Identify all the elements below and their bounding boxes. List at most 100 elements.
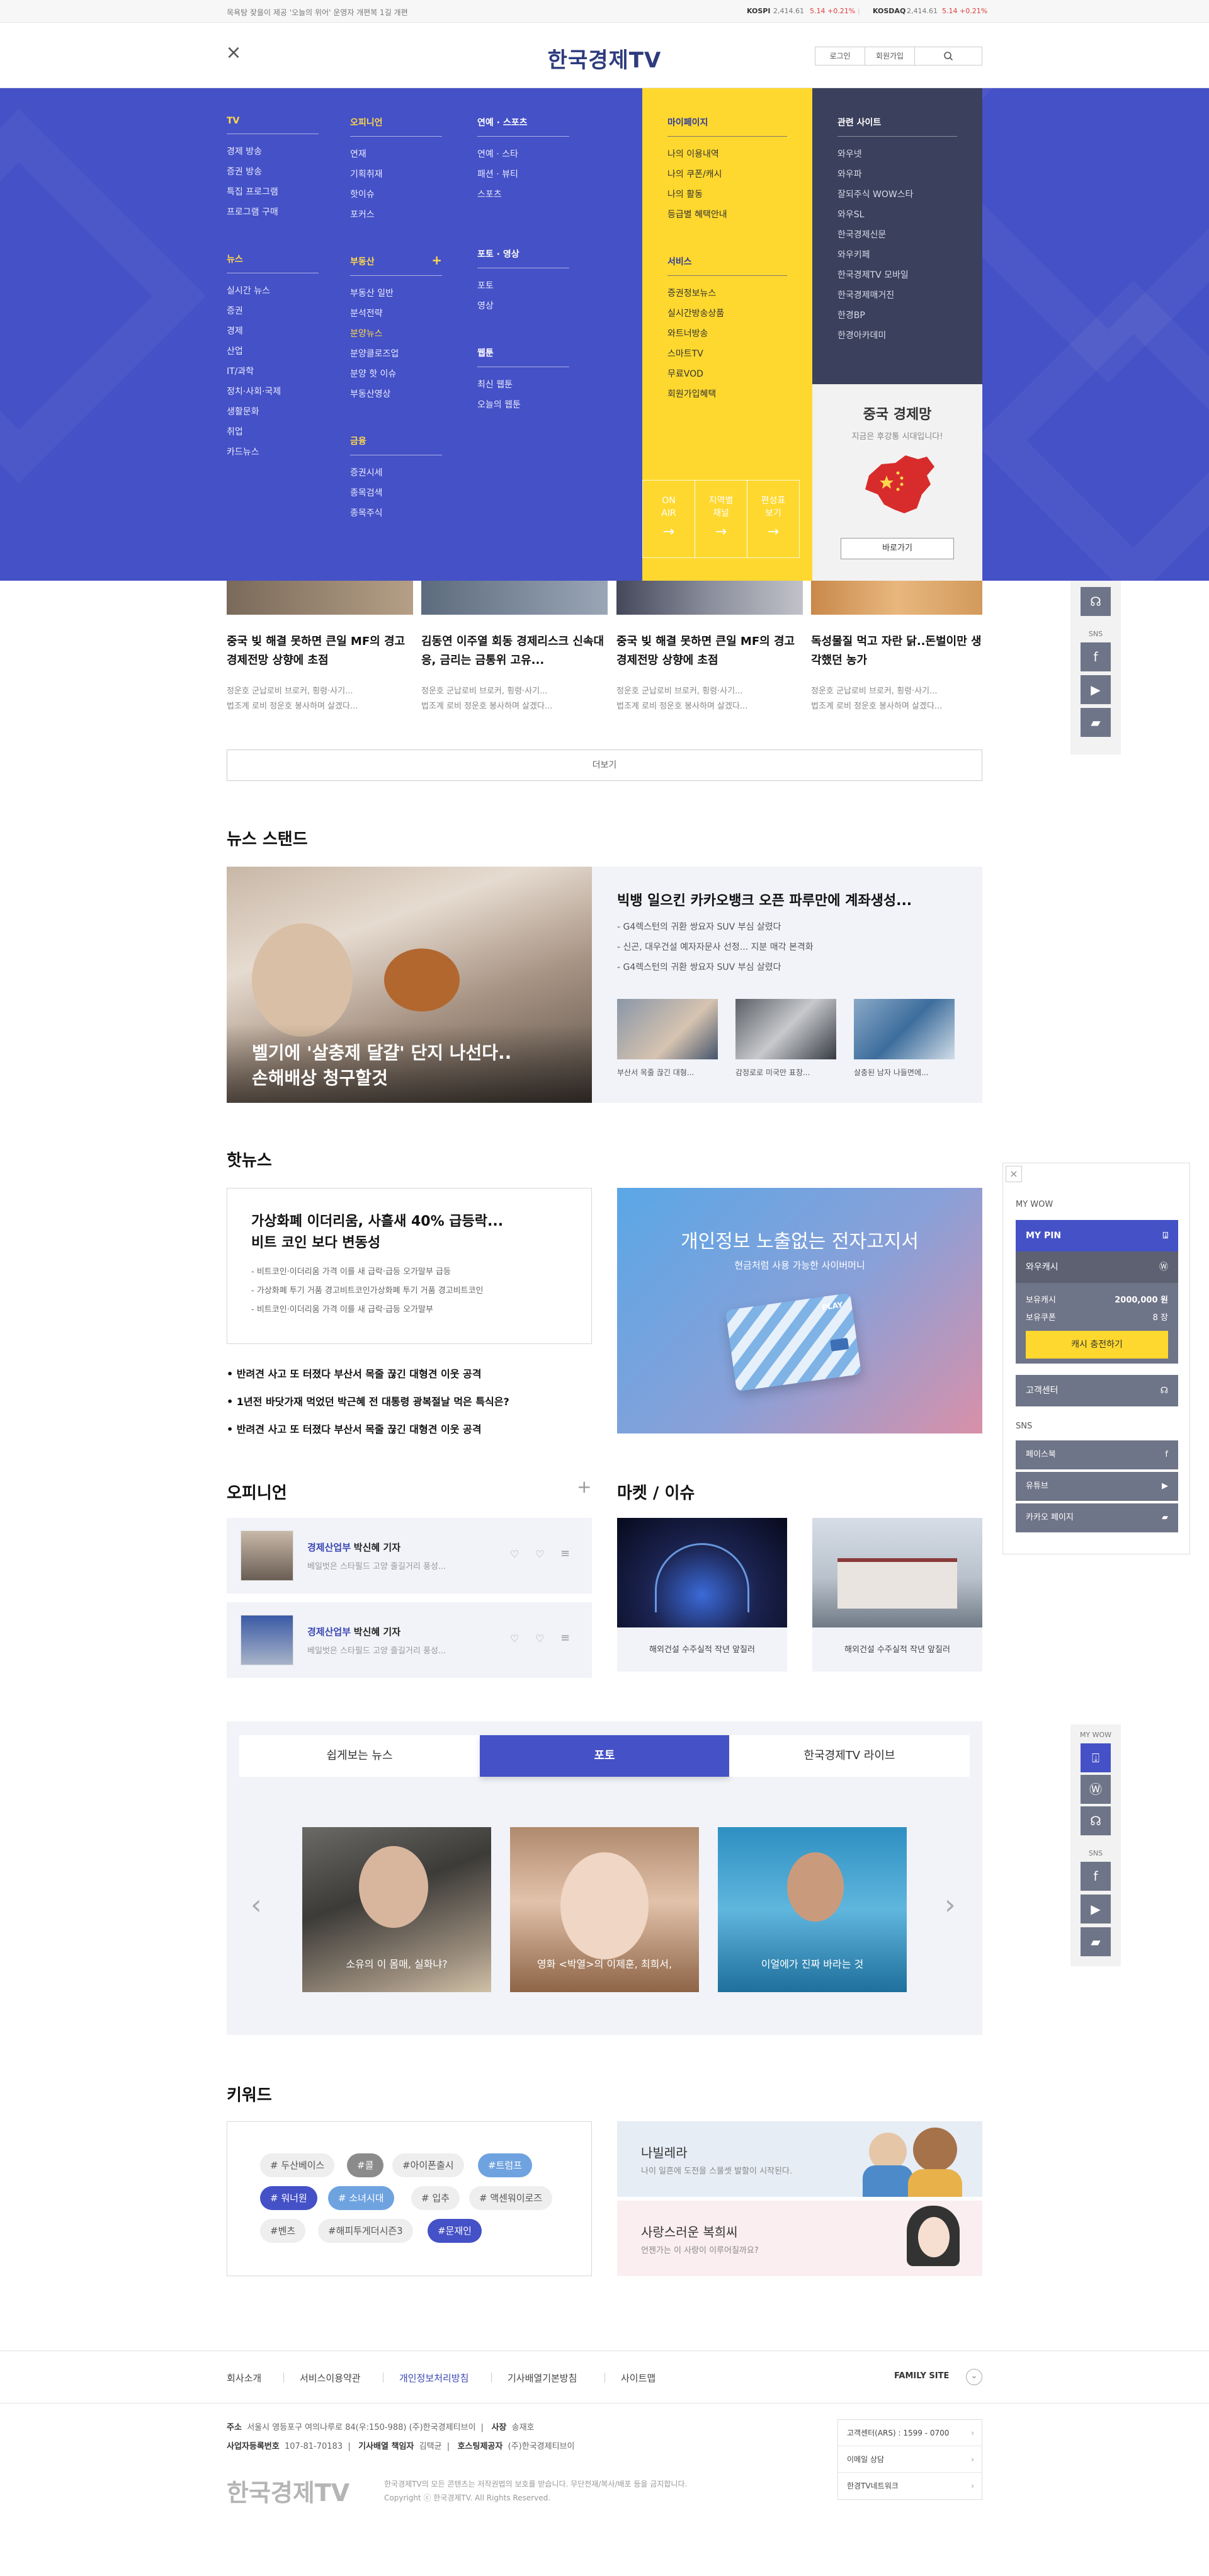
menu-item[interactable]: 카드뉴스 bbox=[227, 442, 319, 462]
keyword-tag[interactable]: #아이폰출시 bbox=[392, 2153, 464, 2177]
menu-heading-service[interactable]: 서비스 bbox=[667, 255, 787, 276]
news-thumbnail[interactable] bbox=[227, 581, 413, 615]
keyword-tag[interactable]: #콜 bbox=[347, 2153, 384, 2177]
menu-item[interactable]: 프로그램 구매 bbox=[227, 202, 319, 222]
cs-item[interactable]: 고객센터(ARS) : 1599 - 0700 › bbox=[838, 2420, 982, 2446]
photo-card[interactable]: 소유의 이 몸매, 실화냐? bbox=[302, 1827, 491, 1992]
menu-item[interactable]: 연예 · 스타 bbox=[477, 144, 569, 164]
headset-icon[interactable]: ☊ bbox=[1081, 587, 1111, 616]
tab-photo[interactable]: 포토 bbox=[480, 1735, 729, 1777]
bullet-item[interactable]: - 신곤, 대우건설 예자자문사 선정... 지분 매각 본격화 bbox=[617, 937, 814, 957]
menu-item[interactable]: 한경아카데미 bbox=[837, 326, 957, 346]
customer-center-button[interactable]: 고객센터 ☊ bbox=[1016, 1375, 1178, 1406]
menu-item[interactable]: 잘되주식 WOW스타 bbox=[837, 185, 957, 205]
menu-item[interactable]: 생활문화 bbox=[227, 402, 319, 422]
login-button[interactable]: 로그인 bbox=[815, 47, 865, 66]
menu-item[interactable]: 증권시세 bbox=[350, 463, 442, 483]
menu-item-active[interactable]: 분양뉴스 bbox=[350, 324, 442, 344]
news-thumbnail[interactable] bbox=[617, 999, 718, 1059]
footer-link[interactable]: 회사소개 bbox=[227, 2371, 261, 2385]
news-thumbnail[interactable] bbox=[811, 581, 982, 615]
news-card-title[interactable]: 중국 빚 해결 못하면 큰일 MF의 경고 경제전망 상향에 초점 bbox=[616, 632, 803, 670]
wow-icon[interactable]: Ⓦ bbox=[1081, 1775, 1111, 1804]
menu-heading-opinion[interactable]: 오피니언 bbox=[350, 116, 442, 137]
menu-item[interactable]: 와우키페 bbox=[837, 245, 957, 265]
menu-item[interactable]: 와트너방송 bbox=[667, 324, 787, 344]
menu-item[interactable]: 회원가입혜택 bbox=[667, 384, 787, 404]
menu-item[interactable]: 취업 bbox=[227, 422, 319, 442]
menu-icon[interactable]: ≡ bbox=[560, 1631, 570, 1644]
menu-item[interactable]: 경제 방송 bbox=[227, 142, 319, 162]
menu-item[interactable]: 스마트TV bbox=[667, 344, 787, 364]
thumb-caption[interactable]: 살충된 남자 나들면에... bbox=[854, 1067, 928, 1078]
keyword-tag[interactable]: #해피투게더시즌3 bbox=[318, 2219, 413, 2243]
keyword-tag[interactable]: #트럼프 bbox=[478, 2153, 532, 2177]
menu-heading-related[interactable]: 관련 사이트 bbox=[837, 116, 957, 137]
notice-text[interactable]: 목욕탕 잦을이 제공 '오늘의 위어' 운영자 개편복 1길 개편 bbox=[227, 7, 408, 18]
menu-item[interactable]: 정치·사회·국제 bbox=[227, 382, 319, 402]
menu-item[interactable]: 나의 이용내역 bbox=[667, 144, 787, 164]
menu-item[interactable]: 분양 핫 이슈 bbox=[350, 364, 442, 384]
bullet-item[interactable]: - 비트코인·이더리움 가격 이를 새 급락·급등 오가말부 bbox=[251, 1301, 484, 1319]
menu-item[interactable]: 나의 쿠폰/캐시 bbox=[667, 164, 787, 185]
wowcash-button[interactable]: 와우캐시 Ⓦ bbox=[1016, 1251, 1178, 1283]
news-thumbnail[interactable] bbox=[854, 999, 955, 1059]
menu-item[interactable]: 분양클로즈업 bbox=[350, 344, 442, 364]
close-icon[interactable]: × bbox=[224, 43, 243, 63]
menu-heading-finance[interactable]: 금융 bbox=[350, 435, 442, 455]
menu-item[interactable]: 종목주식 bbox=[350, 503, 442, 523]
menu-item[interactable]: 최신 웹툰 bbox=[477, 375, 569, 395]
hotnews-box[interactable]: 가상화폐 이더리움, 사흘새 40% 급등락... 비트 코인 보다 변동성 -… bbox=[227, 1188, 592, 1344]
newsstand-main-photo[interactable]: 벨기에 '살충제 달걀' 단지 나선다.. 손해배상 청구할것 bbox=[227, 867, 592, 1103]
menu-heading-news[interactable]: 뉴스 bbox=[227, 253, 319, 273]
menu-item[interactable]: 분석전략 bbox=[350, 304, 442, 324]
charge-cash-button[interactable]: 캐시 충전하기 bbox=[1026, 1331, 1168, 1359]
like-icon[interactable]: ♡ bbox=[535, 1548, 544, 1560]
menu-item[interactable]: 나의 활동 bbox=[667, 185, 787, 205]
bullet-item[interactable]: - 가상화폐 투기 거품 경고비트코인가상화폐 투기 거품 경고비트코인 bbox=[251, 1282, 484, 1301]
hotnews-list-item[interactable]: • 1년전 바닷가재 먹었던 박근혜 전 대통령 광복절날 먹은 특식은? bbox=[227, 1393, 509, 1408]
webtoon-banner[interactable]: 사랑스러운 복희씨 언젠가는 이 사랑이 이루어질까요? bbox=[617, 2201, 982, 2276]
youtube-icon[interactable]: ▶ bbox=[1081, 675, 1111, 704]
menu-item[interactable]: 부동산 일반 bbox=[350, 283, 442, 304]
mypin-button[interactable]: MY PIN ⍗ bbox=[1016, 1220, 1178, 1251]
menu-item[interactable]: 실시간 뉴스 bbox=[227, 281, 319, 301]
bullet-item[interactable]: - 비트코인·이더리움 가격 이를 새 급락·급등 오가말부 급등 bbox=[251, 1263, 484, 1282]
menu-item[interactable]: 패션 · 뷰티 bbox=[477, 164, 569, 185]
menu-item[interactable]: 기획취재 bbox=[350, 164, 442, 185]
webtoon-banner[interactable]: 나빌레라 나이 일흔에 도전을 스물셋 발할이 시작된다. bbox=[617, 2121, 982, 2197]
kakao-icon[interactable]: ▰ bbox=[1081, 1927, 1111, 1956]
menu-item[interactable]: 증권 bbox=[227, 301, 319, 321]
chevron-right-icon[interactable]: › bbox=[945, 1891, 956, 1919]
pin-icon[interactable]: ⍗ bbox=[1081, 1743, 1111, 1772]
news-card-title[interactable]: 김동연 이주열 회동 경제리스크 신속대응, 금리는 금통위 고유... bbox=[421, 632, 608, 670]
regional-channel-button[interactable]: 지역별 채널 → bbox=[695, 480, 747, 558]
menu-item[interactable]: 핫이슈 bbox=[350, 185, 442, 205]
schedule-button[interactable]: 편성표 보기 → bbox=[747, 480, 800, 558]
kakao-button[interactable]: 카카오 페이지 ▰ bbox=[1016, 1503, 1178, 1532]
news-card-title[interactable]: 중국 빚 해결 못하면 큰일 MF의 경고 경제전망 상향에 초점 bbox=[227, 632, 413, 670]
logo[interactable]: 한국경제TV bbox=[542, 43, 667, 74]
kakao-icon[interactable]: ▰ bbox=[1081, 708, 1111, 737]
facebook-icon[interactable]: f bbox=[1081, 1862, 1111, 1891]
menu-heading-realestate[interactable]: 부동산 + bbox=[350, 253, 442, 276]
hotnews-list-item[interactable]: • 반려견 사고 또 터졌다 부산서 목줄 끊긴 대형견 이웃 공격 bbox=[227, 1421, 482, 1436]
news-thumbnail[interactable] bbox=[421, 581, 608, 615]
menu-item[interactable]: 부동산영상 bbox=[350, 384, 442, 404]
keyword-tag[interactable]: # 입추 bbox=[411, 2186, 460, 2210]
chevron-left-icon[interactable]: ‹ bbox=[251, 1891, 262, 1919]
keyword-tag[interactable]: # 소녀시대 bbox=[328, 2186, 394, 2210]
thumb-caption[interactable]: 부산서 목줄 끊긴 대형... bbox=[617, 1067, 694, 1078]
menu-item[interactable]: 실시간방송상품 bbox=[667, 304, 787, 324]
keyword-tag[interactable]: #문재인 bbox=[428, 2219, 482, 2243]
bullet-item[interactable]: - G4렉스턴의 귀환 쌍요자 SUV 부심 살렸다 bbox=[617, 957, 814, 977]
menu-item[interactable]: 증권정보뉴스 bbox=[667, 283, 787, 304]
thumb-caption[interactable]: 감정로로 미국만 표창... bbox=[735, 1067, 810, 1078]
menu-item[interactable]: 와우넷 bbox=[837, 144, 957, 164]
photo-card[interactable]: 영화 <박열>의 이제훈, 최희서, bbox=[510, 1827, 699, 1992]
news-card-title[interactable]: 독성물질 먹고 자란 닭..돈벌이만 생각했던 농가 bbox=[811, 632, 982, 670]
keyword-tag[interactable]: # 워너원 bbox=[260, 2186, 317, 2210]
menu-item[interactable]: 연재 bbox=[350, 144, 442, 164]
menu-item[interactable]: 와우파 bbox=[837, 164, 957, 185]
cs-item[interactable]: 한경TV네트워크 › bbox=[838, 2473, 982, 2499]
